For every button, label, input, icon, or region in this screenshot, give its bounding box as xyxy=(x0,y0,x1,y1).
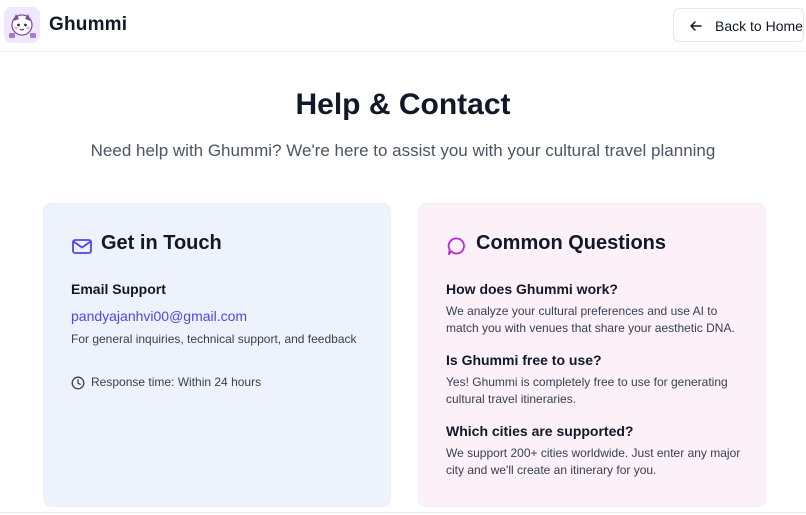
footer-divider xyxy=(0,512,806,513)
ghummi-logo-icon[interactable] xyxy=(4,7,40,43)
back-to-home-button[interactable]: Back to Home xyxy=(673,8,804,42)
back-to-home-label: Back to Home xyxy=(715,18,803,34)
contact-heading: Get in Touch xyxy=(101,232,222,254)
faq-heading: Common Questions xyxy=(476,232,667,254)
email-description: For general inquiries, technical support… xyxy=(71,332,357,346)
page-subtitle: Need help with Ghummi? We're here to ass… xyxy=(90,141,716,160)
faq-answer: Yes! Ghummi is completely free to use fo… xyxy=(446,375,728,406)
support-email-link[interactable]: pandyajanhvi00@gmail.com xyxy=(71,308,247,324)
faq-question: Which cities are supported? xyxy=(446,423,634,439)
faq-answer: We analyze your cultural preferences and… xyxy=(446,304,735,335)
page-title: Help & Contact xyxy=(295,88,511,121)
contact-card: Get in Touch Email Support pandyajanhvi0… xyxy=(43,203,391,507)
top-header: Ghummi Back to Home xyxy=(0,0,806,52)
arrow-left-icon xyxy=(690,21,702,31)
response-time: Response time: Within 24 hours xyxy=(91,375,262,389)
faq-question: Is Ghummi free to use? xyxy=(446,352,602,368)
brand-name[interactable]: Ghummi xyxy=(49,14,127,36)
email-support-label: Email Support xyxy=(71,281,166,297)
mail-icon xyxy=(72,239,92,254)
faq-question: How does Ghummi work? xyxy=(446,281,618,297)
faq-card: Common Questions How does Ghummi work? W… xyxy=(418,203,766,507)
chat-bubble-icon xyxy=(447,237,465,255)
faq-answer: We support 200+ cities worldwide. Just e… xyxy=(446,446,741,477)
clock-icon xyxy=(71,376,85,390)
